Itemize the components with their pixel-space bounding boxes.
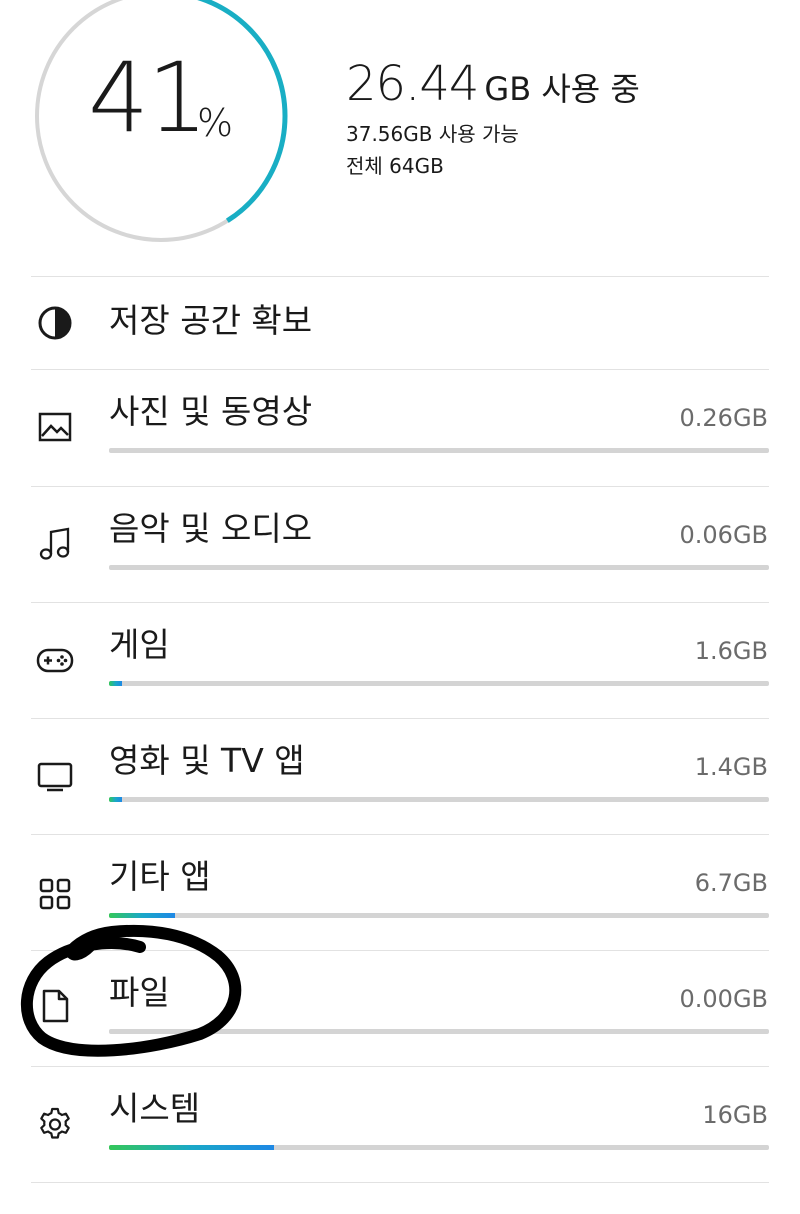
usage-bar-fill [109, 913, 175, 918]
storage-usage-gauge: 41 % [33, 0, 289, 244]
gamepad-icon [36, 648, 74, 673]
category-label: 영화 및 TV 앱 [109, 741, 305, 780]
available-text: 37.56GB 사용 가능 [346, 122, 519, 146]
used-unit: GB 사용 중 [484, 70, 640, 108]
file-icon [42, 989, 69, 1023]
category-row-system[interactable]: 시스템 16GB [0, 1067, 800, 1183]
category-row-files[interactable]: 파일 0.00GB [0, 951, 800, 1067]
usage-bar [109, 448, 769, 453]
usage-bar [109, 565, 769, 570]
free-up-space-label: 저장 공간 확보 [109, 301, 313, 340]
apps-grid-icon [39, 878, 71, 910]
category-label: 시스템 [109, 1089, 201, 1128]
free-up-space-row[interactable]: 저장 공간 확보 [0, 277, 800, 369]
category-label: 파일 [109, 973, 170, 1012]
used-line: 26.44 GB 사용 중 [346, 60, 640, 108]
usage-bar [109, 797, 769, 802]
gear-icon [40, 1107, 70, 1139]
category-row-photos-videos[interactable]: 사진 및 동영상 0.26GB [0, 370, 800, 486]
used-value: 26.44 [346, 56, 479, 112]
category-row-other-apps[interactable]: 기타 앱 6.7GB [0, 835, 800, 951]
category-row-music-audio[interactable]: 음악 및 오디오 0.06GB [0, 487, 800, 603]
usage-bar [109, 913, 769, 918]
usage-bar [109, 681, 769, 686]
usage-percent-unit: % [197, 101, 234, 145]
category-label: 게임 [109, 625, 170, 664]
half-circle-icon [38, 306, 72, 340]
usage-bar-fill [109, 797, 123, 802]
category-label: 사진 및 동영상 [109, 392, 313, 431]
usage-bar [109, 1145, 769, 1150]
category-size: 6.7GB [694, 869, 768, 897]
image-icon [38, 412, 72, 442]
category-size: 1.4GB [694, 753, 768, 781]
total-text: 전체 64GB [346, 154, 444, 178]
tv-icon [37, 762, 73, 792]
storage-summary: 26.44 GB 사용 중 37.56GB 사용 가능 전체 64GB [346, 60, 640, 176]
category-row-movies-tv[interactable]: 영화 및 TV 앱 1.4GB [0, 719, 800, 835]
category-label: 음악 및 오디오 [109, 509, 313, 548]
category-size: 0.26GB [679, 404, 769, 432]
category-label: 기타 앱 [109, 857, 211, 896]
category-row-games[interactable]: 게임 1.6GB [0, 603, 800, 719]
usage-bar [109, 1029, 769, 1034]
category-size: 0.06GB [679, 521, 769, 549]
usage-percent: 41 [88, 42, 208, 154]
category-size: 0.00GB [679, 985, 769, 1013]
music-note-icon [39, 527, 70, 560]
category-size: 1.6GB [694, 637, 768, 665]
category-size: 16GB [702, 1101, 768, 1129]
usage-bar-fill [109, 681, 123, 686]
divider [31, 1182, 769, 1183]
usage-bar-fill [109, 1145, 274, 1150]
